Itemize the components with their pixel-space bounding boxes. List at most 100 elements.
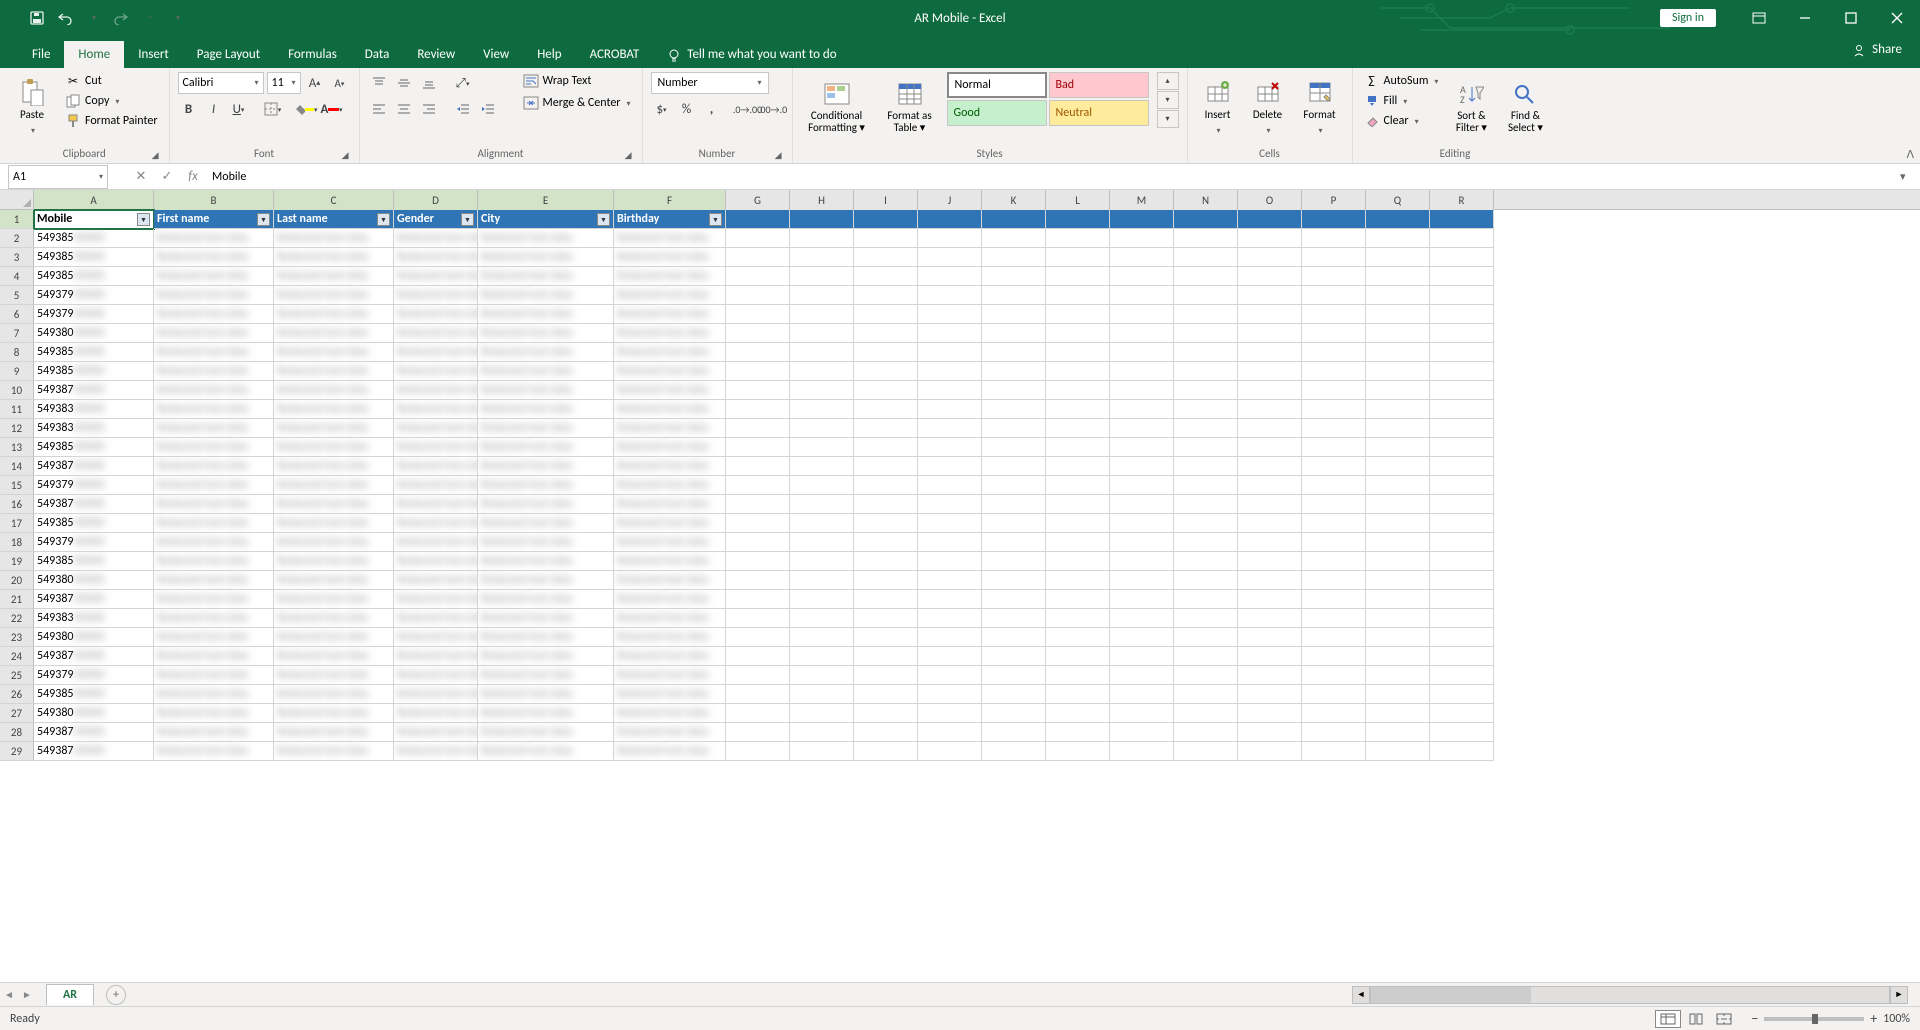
row-head-24[interactable]: 24 (0, 647, 34, 666)
cell[interactable]: Redacted text data (614, 248, 726, 267)
cell[interactable] (1046, 742, 1110, 761)
redo-icon[interactable] (112, 9, 130, 27)
cell[interactable] (854, 438, 918, 457)
cell[interactable] (918, 419, 982, 438)
cell[interactable] (726, 590, 790, 609)
increase-font-icon[interactable]: A▴ (304, 72, 326, 94)
cell[interactable] (1046, 628, 1110, 647)
tab-acrobat[interactable]: ACROBAT (576, 41, 654, 68)
cell[interactable] (1430, 324, 1494, 343)
cell[interactable] (1110, 685, 1174, 704)
cell[interactable] (1174, 248, 1238, 267)
cell[interactable] (854, 666, 918, 685)
cell[interactable] (1302, 286, 1366, 305)
cell[interactable] (726, 229, 790, 248)
cell[interactable] (1302, 647, 1366, 666)
cell[interactable] (982, 723, 1046, 742)
cell[interactable]: 549385XXXXX (34, 438, 154, 457)
tell-me-search[interactable]: Tell me what you want to do (653, 41, 850, 68)
row-head-15[interactable]: 15 (0, 476, 34, 495)
cell[interactable] (1174, 666, 1238, 685)
cell[interactable] (726, 495, 790, 514)
cell[interactable]: Redacted text data (478, 666, 614, 685)
cell[interactable] (1302, 552, 1366, 571)
cell[interactable]: Redacted text data (394, 704, 478, 723)
italic-button[interactable]: I (203, 98, 225, 120)
cell[interactable] (726, 267, 790, 286)
cell[interactable] (1110, 571, 1174, 590)
cell[interactable] (1366, 723, 1430, 742)
cell[interactable]: 549385XXXXX (34, 685, 154, 704)
cell[interactable] (1238, 609, 1302, 628)
cell[interactable] (790, 571, 854, 590)
cell[interactable] (1238, 571, 1302, 590)
cell[interactable] (1174, 286, 1238, 305)
cell[interactable] (854, 571, 918, 590)
cell[interactable] (1366, 476, 1430, 495)
cell[interactable] (1366, 343, 1430, 362)
col-head-F[interactable]: F (614, 190, 726, 210)
cell[interactable] (1302, 533, 1366, 552)
cell[interactable]: Redacted text data (478, 647, 614, 666)
cell[interactable] (982, 685, 1046, 704)
cell[interactable] (1302, 419, 1366, 438)
cell[interactable]: Redacted text data (478, 742, 614, 761)
cell[interactable] (982, 248, 1046, 267)
cell[interactable] (790, 685, 854, 704)
cell[interactable] (1366, 704, 1430, 723)
cell[interactable] (1174, 647, 1238, 666)
cell[interactable] (918, 666, 982, 685)
cell[interactable]: Redacted text data (154, 533, 274, 552)
cell[interactable] (1110, 609, 1174, 628)
cell[interactable] (918, 305, 982, 324)
row-head-17[interactable]: 17 (0, 514, 34, 533)
cell[interactable] (982, 666, 1046, 685)
row-head-2[interactable]: 2 (0, 229, 34, 248)
cell[interactable] (854, 343, 918, 362)
cell[interactable] (1238, 324, 1302, 343)
cell[interactable] (1430, 704, 1494, 723)
cell[interactable] (982, 628, 1046, 647)
cell[interactable] (1238, 343, 1302, 362)
cell[interactable] (918, 476, 982, 495)
cell[interactable]: Redacted text data (394, 438, 478, 457)
cell[interactable]: Redacted text data (394, 419, 478, 438)
cell[interactable] (1046, 723, 1110, 742)
cell[interactable]: 549385XXXXX (34, 343, 154, 362)
cell[interactable] (918, 685, 982, 704)
cell[interactable]: Redacted text data (394, 685, 478, 704)
cell[interactable]: 549385XXXXX (34, 514, 154, 533)
cell[interactable]: Redacted text data (394, 400, 478, 419)
cell[interactable]: 549385XXXXX (34, 248, 154, 267)
row-head-19[interactable]: 19 (0, 552, 34, 571)
cell[interactable] (1302, 267, 1366, 286)
cell[interactable] (918, 267, 982, 286)
insert-cells-button[interactable]: Insert (1196, 72, 1240, 142)
cell[interactable]: Redacted text data (614, 609, 726, 628)
redo-dropdown[interactable] (140, 9, 158, 27)
cell[interactable]: Redacted text data (274, 704, 394, 723)
cell[interactable] (1174, 514, 1238, 533)
cell[interactable]: Redacted text data (274, 305, 394, 324)
cell[interactable] (726, 609, 790, 628)
cell[interactable] (1302, 476, 1366, 495)
cell[interactable] (1302, 457, 1366, 476)
cell[interactable]: Redacted text data (478, 457, 614, 476)
cell[interactable] (790, 476, 854, 495)
cell[interactable] (1110, 286, 1174, 305)
cell[interactable]: Redacted text data (614, 229, 726, 248)
cell[interactable] (918, 628, 982, 647)
cell[interactable]: Redacted text data (614, 324, 726, 343)
cell[interactable] (1430, 419, 1494, 438)
cell[interactable] (982, 267, 1046, 286)
col-head-I[interactable]: I (854, 190, 918, 210)
cell[interactable] (1174, 495, 1238, 514)
cell[interactable]: Redacted text data (614, 267, 726, 286)
filter-icon[interactable]: ▼ (709, 213, 722, 226)
cell[interactable]: Redacted text data (614, 552, 726, 571)
cell[interactable] (854, 419, 918, 438)
empty-header-cell[interactable] (918, 210, 982, 229)
cell[interactable]: 549383XXXXX (34, 400, 154, 419)
cell[interactable] (918, 248, 982, 267)
cell[interactable] (1238, 476, 1302, 495)
